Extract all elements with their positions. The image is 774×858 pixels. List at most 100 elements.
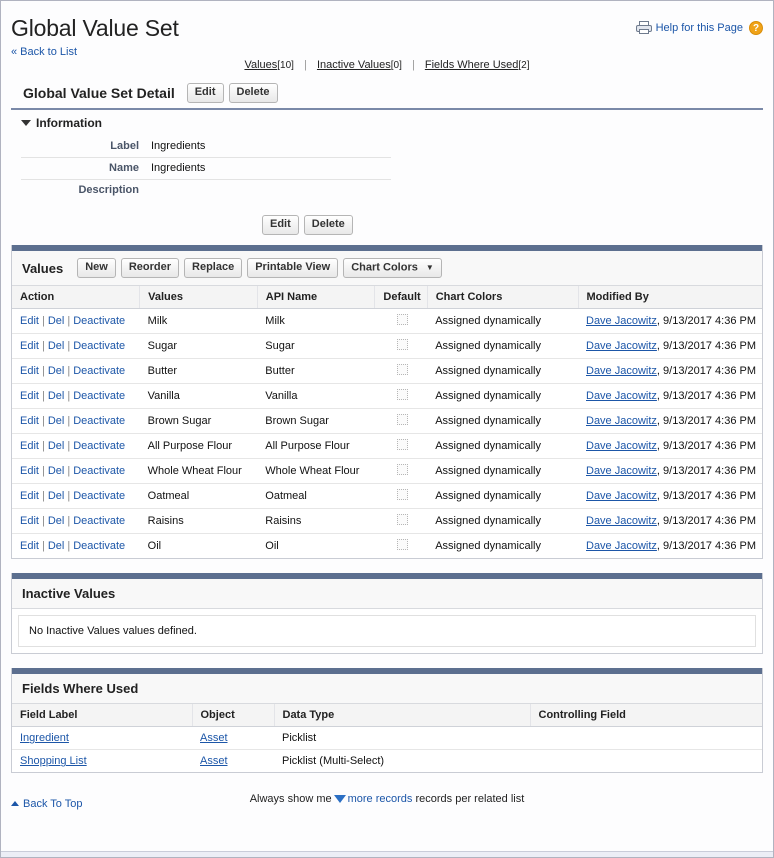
row-actions: Edit | Del | Deactivate <box>12 408 140 435</box>
deactivate-link[interactable]: Deactivate <box>73 465 125 477</box>
edit-button-top[interactable]: Edit <box>186 83 224 103</box>
replace-button[interactable]: Replace <box>184 258 243 279</box>
action-separator: | <box>41 365 45 378</box>
page-frame: Global Value Set « Back to List Help for… <box>0 0 774 858</box>
modified-date: , 9/13/2017 4:36 PM <box>656 540 756 553</box>
del-link[interactable]: Del <box>48 415 65 427</box>
detail-titlebar: Global Value Set Detail Edit Delete <box>11 83 763 108</box>
modified-by-user-link[interactable]: Dave Jacowitz <box>586 390 657 402</box>
cell-default <box>374 508 428 535</box>
deactivate-link[interactable]: Deactivate <box>73 315 125 327</box>
nav-link-fields-where-used[interactable]: Fields Where Used <box>425 59 519 71</box>
back-to-list-link[interactable]: « Back to List <box>11 46 77 58</box>
column-header-values[interactable]: Values <box>139 286 258 310</box>
modified-by-user-link[interactable]: Dave Jacowitz <box>586 490 657 502</box>
inactive-values-title: Inactive Values <box>22 586 116 602</box>
edit-link[interactable]: Edit <box>20 465 39 477</box>
del-link[interactable]: Del <box>48 365 65 377</box>
action-separator: | <box>41 490 45 503</box>
cell-chart-color: Assigned dynamically <box>427 483 578 510</box>
modified-date: , 9/13/2017 4:36 PM <box>656 390 756 403</box>
column-header-chart-colors[interactable]: Chart Colors <box>427 286 579 310</box>
chart-colors-dropdown-button[interactable]: Chart Colors ▼ <box>343 258 442 279</box>
del-link[interactable]: Del <box>48 465 65 477</box>
edit-link[interactable]: Edit <box>20 340 39 352</box>
edit-link[interactable]: Edit <box>20 515 39 527</box>
del-link[interactable]: Del <box>48 515 65 527</box>
triangle-down-icon[interactable] <box>333 795 346 804</box>
table-row: Edit | Del | Deactivate Milk Milk Assigned dyna… <box>12 308 762 335</box>
edit-link[interactable]: Edit <box>20 390 39 402</box>
edit-link[interactable]: Edit <box>20 540 39 552</box>
more-records-link[interactable]: more records <box>348 793 413 805</box>
help-for-this-page-link[interactable]: Help for this Page <box>656 22 743 34</box>
modified-by-user-link[interactable]: Dave Jacowitz <box>586 365 657 377</box>
column-header-api-name[interactable]: API Name <box>257 286 376 310</box>
deactivate-link[interactable]: Deactivate <box>73 540 125 552</box>
del-link[interactable]: Del <box>48 390 65 402</box>
row-actions: Edit | Del | Deactivate <box>12 433 140 460</box>
action-separator: | <box>41 465 45 478</box>
object-link[interactable]: Asset <box>200 755 228 767</box>
modified-by-user-link[interactable]: Dave Jacowitz <box>586 340 657 352</box>
default-checkbox <box>396 464 408 476</box>
cell-modified-by: Dave Jacowitz, 9/13/2017 4:36 PM <box>578 308 762 335</box>
column-header-controlling-field[interactable]: Controlling Field <box>530 704 762 728</box>
column-header-default[interactable]: Default <box>374 286 428 310</box>
action-separator: | <box>67 340 71 353</box>
reorder-button[interactable]: Reorder <box>120 258 180 279</box>
column-header-action[interactable]: Action <box>12 286 141 310</box>
cell-api-name: Milk <box>257 308 375 335</box>
inactive-values-empty-message: No Inactive Values values defined. <box>18 615 756 648</box>
deactivate-link[interactable]: Deactivate <box>73 490 125 502</box>
modified-by-user-link[interactable]: Dave Jacowitz <box>586 315 657 327</box>
field-label-link[interactable]: Shopping List <box>20 755 87 767</box>
nav-link-values[interactable]: Values <box>244 59 277 71</box>
column-header-object[interactable]: Object <box>192 704 275 728</box>
deactivate-link[interactable]: Deactivate <box>73 390 125 402</box>
column-header-modified-by[interactable]: Modified By <box>578 286 762 310</box>
modified-by-user-link[interactable]: Dave Jacowitz <box>586 415 657 427</box>
del-link[interactable]: Del <box>48 540 65 552</box>
del-link[interactable]: Del <box>48 315 65 327</box>
deactivate-link[interactable]: Deactivate <box>73 365 125 377</box>
del-link[interactable]: Del <box>48 440 65 452</box>
printer-icon[interactable] <box>635 21 652 35</box>
printable-view-button[interactable]: Printable View <box>247 258 339 279</box>
field-label-link[interactable]: Ingredient <box>20 732 69 744</box>
modified-by-user-link[interactable]: Dave Jacowitz <box>586 540 657 552</box>
nav-count-fields-where-used: [2] <box>518 60 530 71</box>
cell-api-name: Raisins <box>257 508 375 535</box>
edit-link[interactable]: Edit <box>20 415 39 427</box>
deactivate-link[interactable]: Deactivate <box>73 415 125 427</box>
edit-button-bottom[interactable]: Edit <box>262 215 299 235</box>
modified-by-user-link[interactable]: Dave Jacowitz <box>586 440 657 452</box>
edit-link[interactable]: Edit <box>20 315 39 327</box>
delete-button-top[interactable]: Delete <box>228 83 278 103</box>
edit-link[interactable]: Edit <box>20 440 39 452</box>
fields-where-used-header: Fields Where Used <box>12 674 762 705</box>
help-question-icon[interactable]: ? <box>749 21 763 35</box>
edit-link[interactable]: Edit <box>20 365 39 377</box>
column-header-data-type[interactable]: Data Type <box>274 704 531 728</box>
delete-button-bottom[interactable]: Delete <box>303 215 353 235</box>
information-section-header[interactable]: Information <box>11 110 763 136</box>
column-header-field-label[interactable]: Field Label <box>12 704 193 728</box>
cell-api-name: Vanilla <box>257 383 375 410</box>
cell-modified-by: Dave Jacowitz, 9/13/2017 4:36 PM <box>578 458 762 485</box>
modified-by-user-link[interactable]: Dave Jacowitz <box>586 465 657 477</box>
del-link[interactable]: Del <box>48 490 65 502</box>
new-button[interactable]: New <box>77 258 116 279</box>
del-link[interactable]: Del <box>48 340 65 352</box>
cell-modified-by: Dave Jacowitz, 9/13/2017 4:36 PM <box>578 408 762 435</box>
cell-chart-color: Assigned dynamically <box>427 408 578 435</box>
deactivate-link[interactable]: Deactivate <box>73 340 125 352</box>
object-link[interactable]: Asset <box>200 732 228 744</box>
collapse-triangle-icon[interactable] <box>21 120 31 126</box>
deactivate-link[interactable]: Deactivate <box>73 515 125 527</box>
edit-link[interactable]: Edit <box>20 490 39 502</box>
modified-by-user-link[interactable]: Dave Jacowitz <box>586 515 657 527</box>
nav-link-inactive-values[interactable]: Inactive Values <box>317 59 391 71</box>
deactivate-link[interactable]: Deactivate <box>73 440 125 452</box>
cell-default <box>374 333 428 360</box>
